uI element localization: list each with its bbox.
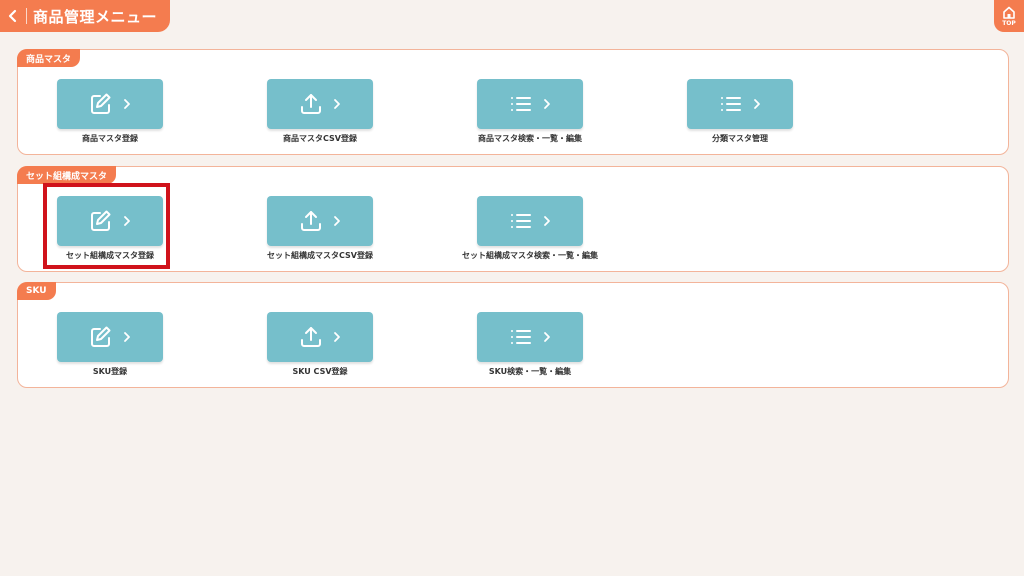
- section-product-master: 商品マスタ 商品マスタ登録 商品マスタCSV登録 商品マスタ検索・一覧・編集 分…: [17, 49, 1009, 155]
- page-title: 商品管理メニュー: [33, 7, 158, 26]
- chevron-right-icon: [754, 99, 760, 109]
- tile-label: 商品マスタ登録: [82, 134, 138, 143]
- tile-product-master-register[interactable]: 商品マスタ登録: [50, 79, 170, 144]
- tile-button[interactable]: [477, 79, 583, 129]
- tile-label: 商品マスタ検索・一覧・編集: [478, 134, 582, 143]
- tile-label: SKU登録: [92, 367, 128, 376]
- tile-button[interactable]: [57, 312, 163, 362]
- tile-set-master-register[interactable]: セット組構成マスタ登録: [50, 196, 170, 261]
- edit-icon: [91, 93, 111, 114]
- tile-button[interactable]: [687, 79, 793, 129]
- tile-label: 商品マスタCSV登録: [283, 134, 357, 143]
- top-button[interactable]: TOP: [994, 0, 1024, 32]
- list-icon: [721, 97, 741, 111]
- list-icon: [511, 330, 531, 344]
- tile-set-master-search[interactable]: セット組構成マスタ検索・一覧・編集: [462, 196, 598, 261]
- chevron-right-icon: [124, 99, 130, 109]
- home-icon: [1003, 6, 1015, 19]
- section-title: セット組構成マスタ: [17, 166, 117, 184]
- top-button-label: TOP: [1002, 19, 1016, 27]
- section-set-master: セット組構成マスタ セット組構成マスタ登録 セット組構成マスタCSV登録 セット…: [17, 166, 1009, 272]
- tile-button[interactable]: [477, 312, 583, 362]
- tile-sku-csv[interactable]: SKU CSV登録: [260, 312, 380, 377]
- section-title: 商品マスタ: [17, 49, 81, 67]
- upload-icon: [301, 94, 321, 114]
- chevron-right-icon: [544, 99, 550, 109]
- chevron-left-icon: [8, 9, 17, 23]
- tile-label: SKU CSV登録: [292, 367, 348, 376]
- tile-sku-register[interactable]: SKU登録: [50, 312, 170, 377]
- chevron-right-icon: [334, 332, 340, 342]
- page-header: 商品管理メニュー: [0, 0, 170, 32]
- upload-icon: [301, 327, 321, 347]
- tile-button[interactable]: [477, 196, 583, 246]
- header-divider: [26, 8, 27, 24]
- section-sku: SKU SKU登録 SKU CSV登録 SKU検索・一覧・編集: [17, 282, 1009, 388]
- tile-button[interactable]: [57, 79, 163, 129]
- list-icon: [511, 97, 531, 111]
- chevron-right-icon: [544, 332, 550, 342]
- edit-icon: [91, 210, 111, 231]
- tile-label: SKU検索・一覧・編集: [488, 367, 572, 376]
- edit-icon: [91, 326, 111, 347]
- tile-label: セット組構成マスタ登録: [66, 251, 154, 260]
- tile-button[interactable]: [57, 196, 163, 246]
- tile-category-master[interactable]: 分類マスタ管理: [680, 79, 800, 144]
- chevron-right-icon: [334, 216, 340, 226]
- back-button[interactable]: [0, 0, 26, 32]
- section-title: SKU: [17, 282, 56, 300]
- tile-button[interactable]: [267, 196, 373, 246]
- tile-label: セット組構成マスタ検索・一覧・編集: [462, 251, 598, 260]
- tile-button[interactable]: [267, 312, 373, 362]
- chevron-right-icon: [124, 216, 130, 226]
- chevron-right-icon: [124, 332, 130, 342]
- chevron-right-icon: [334, 99, 340, 109]
- tile-set-master-csv[interactable]: セット組構成マスタCSV登録: [260, 196, 380, 261]
- tile-product-master-csv[interactable]: 商品マスタCSV登録: [260, 79, 380, 144]
- upload-icon: [301, 211, 321, 231]
- tile-label: 分類マスタ管理: [712, 134, 768, 143]
- list-icon: [511, 214, 531, 228]
- tile-button[interactable]: [267, 79, 373, 129]
- tile-sku-search[interactable]: SKU検索・一覧・編集: [470, 312, 590, 377]
- tile-label: セット組構成マスタCSV登録: [267, 251, 373, 260]
- tile-product-master-search[interactable]: 商品マスタ検索・一覧・編集: [470, 79, 590, 144]
- chevron-right-icon: [544, 216, 550, 226]
